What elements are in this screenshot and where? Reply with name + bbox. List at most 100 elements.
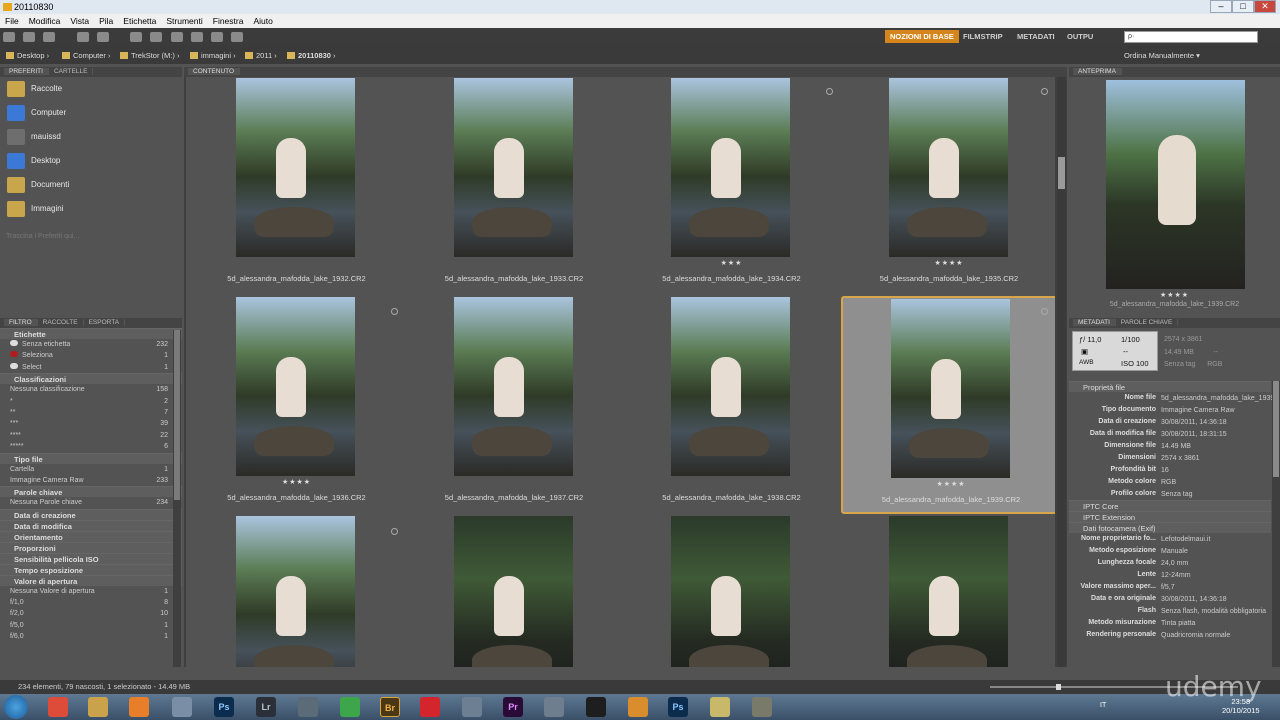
thumbnail-image[interactable] <box>236 297 355 476</box>
filter-section-header[interactable]: Parole chiave <box>0 486 182 498</box>
section-exif[interactable]: Dati fotocamera (Exif) <box>1069 522 1271 533</box>
minimize-button[interactable]: – <box>1210 0 1232 13</box>
thumbnail-image[interactable] <box>671 516 790 667</box>
filter-item[interactable]: f/2,0 10 <box>0 608 172 619</box>
history-icon[interactable] <box>43 32 56 42</box>
calculator-icon[interactable] <box>298 697 318 717</box>
tab-metadati[interactable]: METADATI <box>1073 319 1116 326</box>
filter-item[interactable]: ** 7 <box>0 407 172 418</box>
film-icon[interactable] <box>586 697 606 717</box>
section-iptc-extension[interactable]: IPTC Extension <box>1069 511 1271 522</box>
thumbnail-image[interactable] <box>888 78 1008 257</box>
filter-item[interactable]: Nessuna Parole chiave 234 <box>0 497 172 508</box>
thumbnail-image[interactable] <box>671 78 790 257</box>
tab-filtro[interactable]: FILTRO <box>4 319 38 326</box>
filter-section-header[interactable]: Sensibilità pellicola ISO <box>0 552 182 564</box>
refine-icon[interactable] <box>150 32 163 42</box>
breadcrumb-item-5[interactable]: 20110830 › <box>287 51 336 60</box>
thumbnail-cell[interactable] <box>841 515 1056 667</box>
filter-item[interactable]: Cartella 1 <box>0 464 172 475</box>
open-icon[interactable] <box>170 32 183 42</box>
thumbnail-image[interactable] <box>671 297 790 476</box>
filter-item[interactable]: Select 1 <box>0 362 172 373</box>
content-scrollbar[interactable] <box>1057 77 1066 667</box>
forward-icon[interactable] <box>23 32 36 42</box>
favorite-item-computer[interactable]: Computer <box>0 101 182 125</box>
search-app-icon[interactable] <box>462 697 482 717</box>
search-input[interactable]: ρ· <box>1124 31 1258 43</box>
thumbnail-cell[interactable] <box>188 515 405 667</box>
rotate-icon[interactable] <box>96 32 109 42</box>
close-button[interactable]: ✕ <box>1254 0 1276 13</box>
vlc-icon[interactable] <box>628 697 648 717</box>
workspace-tab-1[interactable]: FILMSTRIP <box>958 30 1008 43</box>
tab-preview[interactable]: ANTEPRIMA <box>1073 68 1122 75</box>
thumbnail-cell[interactable]: ★★★ 5d_alessandra_mafodda_lake_1934.CR2 <box>623 77 840 295</box>
thumbnail-cell[interactable]: ★★★★ 5d_alessandra_mafodda_lake_1936.CR2 <box>188 296 405 514</box>
folder-icon[interactable] <box>710 697 730 717</box>
photoshop-2-icon[interactable]: Ps <box>668 697 688 717</box>
filter-section-header[interactable]: Data di creazione <box>0 508 182 520</box>
preview-image[interactable] <box>1106 80 1245 289</box>
thumbnail-image[interactable] <box>890 299 1010 478</box>
filter-section-header[interactable]: Data di modifica <box>0 519 182 531</box>
calendar-icon[interactable] <box>544 697 564 717</box>
language-indicator[interactable]: IT <box>1100 702 1106 709</box>
filter-scrollbar[interactable] <box>173 330 181 667</box>
filter-section-header[interactable]: Etichette <box>0 328 182 339</box>
boomerang-icon[interactable] <box>76 32 89 42</box>
filter-item[interactable]: *** 39 <box>0 418 172 429</box>
thumbnail-cell[interactable]: ★★★★ 5d_alessandra_mafodda_lake_1939.CR2 <box>840 296 1055 514</box>
filter-section-header[interactable]: Tipo file <box>0 452 182 464</box>
output-icon[interactable] <box>190 32 203 42</box>
section-iptc-core[interactable]: IPTC Core <box>1069 500 1271 511</box>
thumbnail-cell[interactable]: 5d_alessandra_mafodda_lake_1938.CR2 <box>623 296 840 514</box>
tab-parole-chiave[interactable]: PAROLE CHIAVE <box>1115 319 1179 326</box>
maximize-button[interactable]: □ <box>1232 0 1254 13</box>
tab-raccolte[interactable]: RACCOLTE <box>37 319 84 326</box>
media-player-icon[interactable] <box>129 697 149 717</box>
tab-esporta[interactable]: ESPORTA <box>83 319 126 326</box>
filter-item[interactable]: * 2 <box>0 396 172 407</box>
workspace-tab-3[interactable]: OUTPU <box>1062 30 1098 43</box>
tool-icon[interactable] <box>752 697 772 717</box>
workspace-tab-0[interactable]: NOZIONI DI BASE <box>885 30 959 43</box>
menu-item-strumenti[interactable]: Strumenti <box>161 14 207 28</box>
filter-section-header[interactable]: Classificazioni <box>0 373 182 385</box>
filter-item[interactable]: Immagine Camera Raw 233 <box>0 475 172 486</box>
apps-icon[interactable] <box>172 697 192 717</box>
rotate-left-icon[interactable] <box>211 32 224 42</box>
bridge-taskbar-icon[interactable]: Br <box>380 697 400 717</box>
menu-item-file[interactable]: File <box>0 14 24 28</box>
photoshop-icon[interactable]: Ps <box>214 697 234 717</box>
filter-item[interactable]: f/1,0 8 <box>0 597 172 608</box>
rotate-right-icon[interactable] <box>231 32 244 42</box>
filter-item[interactable]: Nessuna classificazione 158 <box>0 384 172 395</box>
thumbnail-image[interactable] <box>453 78 573 257</box>
filter-item[interactable]: f/6,0 1 <box>0 631 172 642</box>
section-file-properties[interactable]: Proprietà file <box>1069 381 1271 392</box>
menu-item-vista[interactable]: Vista <box>65 14 94 28</box>
thumbnail-image[interactable] <box>236 516 355 667</box>
tab-preferiti[interactable]: PREFERITI <box>4 68 49 75</box>
thumbnail-cell[interactable] <box>406 515 623 667</box>
thumbnail-cell[interactable]: ★★★★ 5d_alessandra_mafodda_lake_1935.CR2 <box>841 77 1056 295</box>
slider-handle[interactable] <box>1056 684 1061 690</box>
favorite-item-desktop[interactable]: Desktop <box>0 149 182 173</box>
thumbnail-cell[interactable]: 5d_alessandra_mafodda_lake_1937.CR2 <box>406 296 623 514</box>
thumbnail-image[interactable] <box>236 78 355 257</box>
opera-icon[interactable] <box>420 697 440 717</box>
breadcrumb-item-1[interactable]: Computer › <box>62 51 111 60</box>
breadcrumb-item-3[interactable]: immagini › <box>190 51 236 60</box>
breadcrumb-item-0[interactable]: Desktop › <box>6 51 49 60</box>
back-icon[interactable] <box>3 32 15 42</box>
filter-item[interactable]: ***** 6 <box>0 441 172 452</box>
thumbnail-cell[interactable]: 5d_alessandra_mafodda_lake_1933.CR2 <box>406 77 623 295</box>
tab-cartelle[interactable]: CARTELLE <box>48 68 94 75</box>
workspace-tab-2[interactable]: METADATI <box>1012 30 1060 43</box>
favorite-item-raccolte[interactable]: Raccolte <box>0 77 182 101</box>
thumbnail-cell[interactable]: 5d_alessandra_mafodda_lake_1932.CR2 <box>188 77 405 295</box>
menu-item-pila[interactable]: Pila <box>94 14 118 28</box>
filter-item[interactable]: Nessuna Valore di apertura 1 <box>0 586 172 597</box>
filter-item[interactable]: Seleziona 1 <box>0 350 172 361</box>
